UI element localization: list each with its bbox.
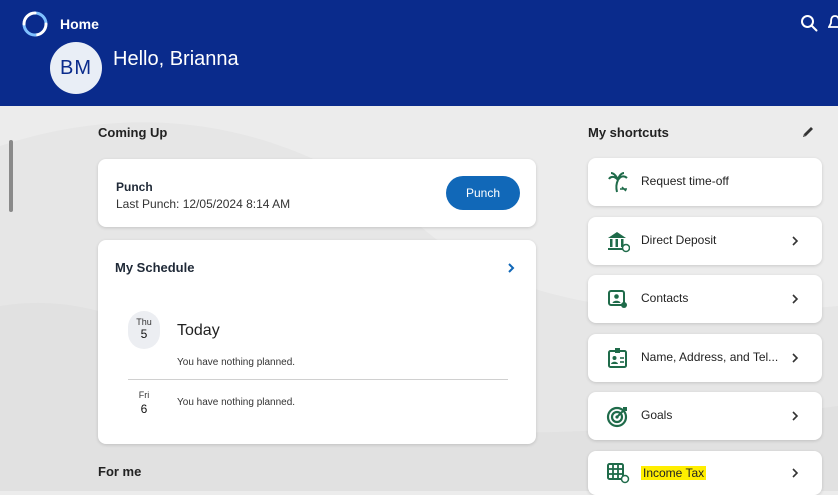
- shortcut-label: Request time-off: [641, 174, 729, 188]
- for-me-title: For me: [98, 464, 142, 479]
- last-punch-text: Last Punch: 12/05/2024 8:14 AM: [116, 197, 291, 211]
- chevron-right-icon: [792, 353, 799, 363]
- avatar-initials: BM: [60, 56, 92, 79]
- day-of-week: Fri: [138, 390, 150, 400]
- punch-card: Punch Last Punch: 12/05/2024 8:14 AM Pun…: [98, 159, 536, 227]
- search-icon[interactable]: [800, 14, 818, 32]
- app-logo-icon[interactable]: [22, 11, 48, 37]
- greeting: Hello, Brianna: [113, 48, 239, 70]
- shortcut-name-address-tel[interactable]: Name, Address, and Tel...: [588, 334, 822, 382]
- nothing-planned-friday: You have nothing planned.: [177, 397, 296, 408]
- punch-button[interactable]: Punch: [446, 176, 520, 210]
- scrollbar-thumb[interactable]: [9, 140, 13, 212]
- chevron-right-icon: [792, 294, 799, 304]
- shortcut-income-tax[interactable]: Income Tax: [588, 451, 822, 495]
- contacts-icon: [608, 290, 627, 308]
- chevron-right-icon: [792, 468, 799, 478]
- page-title: Home: [60, 16, 99, 32]
- shortcut-request-time-off[interactable]: Request time-off: [588, 158, 822, 206]
- schedule-card: My Schedule Thu 5 Today You have nothing…: [98, 240, 536, 444]
- address-card-icon: [608, 348, 627, 368]
- chevron-right-icon: [792, 411, 799, 421]
- bank-icon: [608, 232, 630, 253]
- shortcut-goals[interactable]: Goals: [588, 392, 822, 440]
- coming-up-title: Coming Up: [98, 125, 168, 140]
- tax-table-icon: [607, 463, 630, 484]
- shortcut-direct-deposit[interactable]: Direct Deposit: [588, 217, 822, 265]
- shortcuts-title: My shortcuts: [588, 125, 669, 140]
- day-friday: Fri 6: [128, 390, 160, 416]
- day-number: 5: [140, 327, 148, 341]
- punch-title: Punch: [116, 180, 153, 194]
- shortcut-label: Income Tax: [641, 466, 707, 480]
- notification-bell-icon[interactable]: [828, 14, 838, 32]
- day-thursday-bubble: Thu 5: [128, 311, 160, 349]
- chevron-right-icon[interactable]: [506, 262, 516, 274]
- today-label: Today: [177, 322, 220, 339]
- palm-tree-icon: [608, 172, 628, 193]
- shortcut-label: Direct Deposit: [641, 233, 717, 247]
- day-of-week: Thu: [136, 317, 152, 327]
- shortcut-label: Contacts: [641, 291, 689, 305]
- nothing-planned-today: You have nothing planned.: [177, 357, 296, 368]
- target-icon: [606, 406, 628, 428]
- shortcut-label: Name, Address, and Tel...: [641, 350, 779, 364]
- highlighted-text: Income Tax: [641, 466, 707, 480]
- avatar[interactable]: BM: [50, 42, 102, 94]
- edit-pencil-icon[interactable]: [800, 124, 816, 140]
- schedule-divider: [128, 379, 508, 380]
- day-number: 6: [140, 402, 148, 416]
- schedule-title[interactable]: My Schedule: [115, 260, 194, 275]
- shortcut-contacts[interactable]: Contacts: [588, 275, 822, 323]
- chevron-right-icon: [792, 236, 799, 246]
- shortcut-label: Goals: [641, 408, 673, 422]
- app-header: Home BM Hello, Brianna: [0, 0, 838, 106]
